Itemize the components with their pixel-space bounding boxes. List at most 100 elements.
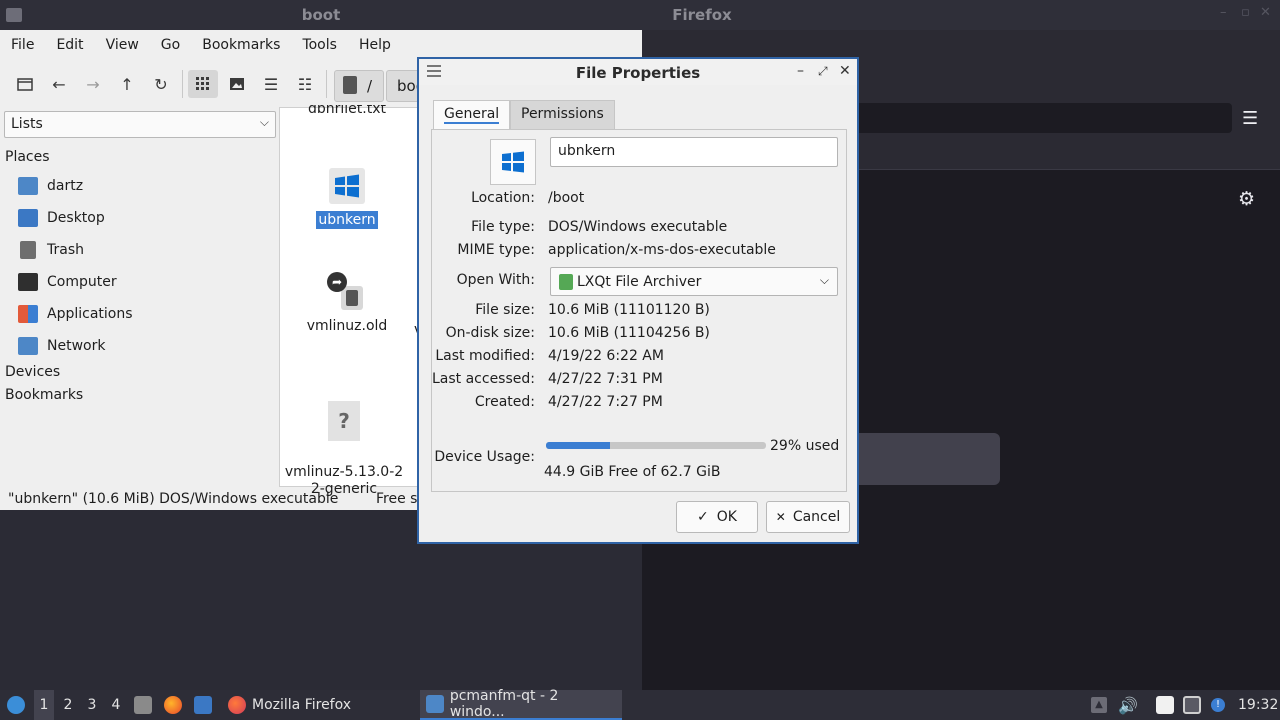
- task-firefox[interactable]: Mozilla Firefox: [222, 690, 418, 720]
- workspace-1[interactable]: 1: [34, 690, 54, 720]
- sidebar-item-label: Trash: [47, 242, 84, 258]
- tab-general[interactable]: General: [433, 100, 511, 129]
- modified-label: Last modified:: [435, 348, 535, 364]
- mime-value: application/x-ms-dos-executable: [548, 242, 776, 258]
- info-icon: !: [1211, 698, 1225, 712]
- firefox-title: Firefox: [672, 6, 732, 24]
- menu-edit[interactable]: Edit: [45, 37, 94, 53]
- computer-icon: [18, 273, 38, 291]
- ok-button[interactable]: ✓ OK: [676, 501, 758, 533]
- up-arrow-icon[interactable]: ↑: [112, 70, 142, 98]
- hamburger-menu-icon[interactable]: ☰: [1242, 108, 1258, 129]
- usage-label: Device Usage:: [434, 449, 535, 465]
- menu-bookmarks[interactable]: Bookmarks: [191, 37, 291, 53]
- ok-label: OK: [716, 509, 737, 525]
- filesize-value: 10.6 MiB (11101120 B): [548, 302, 710, 318]
- close-icon[interactable]: ✕: [839, 63, 851, 79]
- clock[interactable]: 19:32: [1238, 690, 1278, 720]
- open-with-value: LXQt File Archiver: [577, 273, 702, 290]
- maximize-icon[interactable]: ⤢: [818, 64, 828, 79]
- network-icon: [18, 337, 38, 355]
- devices-header[interactable]: Devices: [5, 364, 60, 380]
- workspace-3[interactable]: 3: [82, 690, 102, 720]
- reload-icon[interactable]: ↻: [146, 70, 176, 98]
- sidebar-item-trash[interactable]: Trash: [18, 238, 84, 262]
- desktop-icon: [18, 209, 38, 227]
- file-item[interactable]: ➦ vmlinuz.old: [292, 272, 402, 334]
- task-pcmanfm[interactable]: pcmanfm-qt - 2 windo...: [420, 688, 622, 720]
- tray-expand-button[interactable]: ▲: [1091, 690, 1107, 720]
- sidebar-item-label: Network: [47, 338, 106, 354]
- cancel-button[interactable]: ✕ Cancel: [766, 501, 850, 533]
- status-free-space: Free s: [376, 491, 418, 507]
- workspace-4[interactable]: 4: [106, 690, 126, 720]
- file-item[interactable]: ? vmlinuz-5.13.0-2 2-generic: [282, 384, 406, 498]
- detailed-list-view-icon[interactable]: ☷: [290, 70, 320, 98]
- window-title: boot: [301, 6, 341, 24]
- forward-arrow-icon[interactable]: →: [78, 70, 108, 98]
- path-root-button[interactable]: /: [334, 70, 384, 102]
- file-manager-launcher[interactable]: [134, 690, 152, 720]
- file-label: dbnrilet.txt: [308, 105, 386, 117]
- compact-view-icon[interactable]: ☰: [256, 70, 286, 98]
- sidebar-item-network[interactable]: Network: [18, 334, 105, 358]
- sidebar-item-applications[interactable]: Applications: [18, 302, 133, 326]
- sidebar-item-desktop[interactable]: Desktop: [18, 206, 105, 230]
- firefox-minimize-icon[interactable]: –: [1220, 5, 1227, 20]
- sidebar-item-dartz[interactable]: dartz: [18, 174, 83, 198]
- firefox-maximize-icon[interactable]: ▫: [1241, 5, 1250, 20]
- show-desktop-button[interactable]: [194, 690, 212, 720]
- unknown-file-icon: ?: [328, 401, 360, 441]
- workspace-2[interactable]: 2: [58, 690, 78, 720]
- menu-help[interactable]: Help: [348, 37, 402, 53]
- icon-view-icon[interactable]: [188, 70, 218, 98]
- menu-file[interactable]: File: [0, 37, 45, 53]
- new-tab-icon[interactable]: [10, 70, 40, 98]
- cancel-label: Cancel: [792, 509, 841, 525]
- volume-icon[interactable]: 🔊: [1118, 690, 1138, 720]
- firefox-launcher[interactable]: [164, 690, 182, 720]
- minimize-icon[interactable]: –: [797, 63, 804, 79]
- dialog-title: File Properties: [575, 64, 701, 82]
- menu-go[interactable]: Go: [150, 37, 191, 53]
- sidebar-item-computer[interactable]: Computer: [18, 270, 117, 294]
- file-icon-button[interactable]: [490, 139, 536, 185]
- back-arrow-icon[interactable]: ←: [44, 70, 74, 98]
- task-label: Mozilla Firefox: [252, 697, 352, 713]
- gear-icon[interactable]: ⚙: [1238, 188, 1255, 210]
- file-properties-dialog: File Properties – ⤢ ✕ General Permission…: [417, 57, 859, 544]
- device-usage-bar: [546, 442, 766, 449]
- menu-tools[interactable]: Tools: [291, 37, 348, 53]
- filetype-value: DOS/Windows executable: [548, 219, 728, 235]
- side-pane-mode-select[interactable]: Lists ⌵: [4, 111, 276, 138]
- clipboard-tray[interactable]: [1156, 690, 1174, 720]
- open-with-select[interactable]: LXQt File Archiver ⌵: [550, 267, 838, 296]
- chevron-down-icon: ⌵: [259, 115, 269, 129]
- bookmarks-header[interactable]: Bookmarks: [5, 387, 83, 403]
- file-name-field[interactable]: ubnkern: [550, 137, 838, 167]
- home-folder-icon: [18, 177, 38, 195]
- sidebar-item-label: dartz: [47, 178, 84, 194]
- accessed-label: Last accessed:: [431, 371, 535, 387]
- file-item-selected[interactable]: ubnkern: [302, 166, 392, 229]
- updates-tray[interactable]: !: [1211, 690, 1225, 720]
- folder-icon: [426, 695, 444, 713]
- status-text: "ubnkern" (10.6 MiB) DOS/Windows executa…: [8, 491, 339, 507]
- firefox-icon: [228, 696, 246, 714]
- thumbnail-view-icon[interactable]: [222, 70, 252, 98]
- tab-permissions[interactable]: Permissions: [510, 100, 615, 129]
- network-tray[interactable]: [1183, 690, 1201, 720]
- created-label: Created:: [474, 394, 535, 410]
- menu-view[interactable]: View: [95, 37, 150, 53]
- file-label: ubnkern: [316, 211, 378, 229]
- file-view[interactable]: dbnrilet.txt ubnkern ➦ vmlinuz.old ? vml…: [279, 105, 439, 497]
- start-menu-button[interactable]: [4, 690, 28, 720]
- sidebar-item-label: Desktop: [47, 210, 105, 226]
- taskbar: 1 2 3 4 Mozilla Firefox pcmanfm-qt - 2 w…: [0, 688, 1280, 720]
- firefox-close-icon[interactable]: ✕: [1260, 5, 1271, 20]
- firefox-url-bar[interactable]: [812, 103, 1232, 133]
- drive-icon: [343, 76, 357, 94]
- firefox-content-card: [852, 433, 1000, 485]
- file-item[interactable]: dbnrilet.txt: [302, 105, 392, 119]
- places-header[interactable]: Places: [5, 149, 50, 165]
